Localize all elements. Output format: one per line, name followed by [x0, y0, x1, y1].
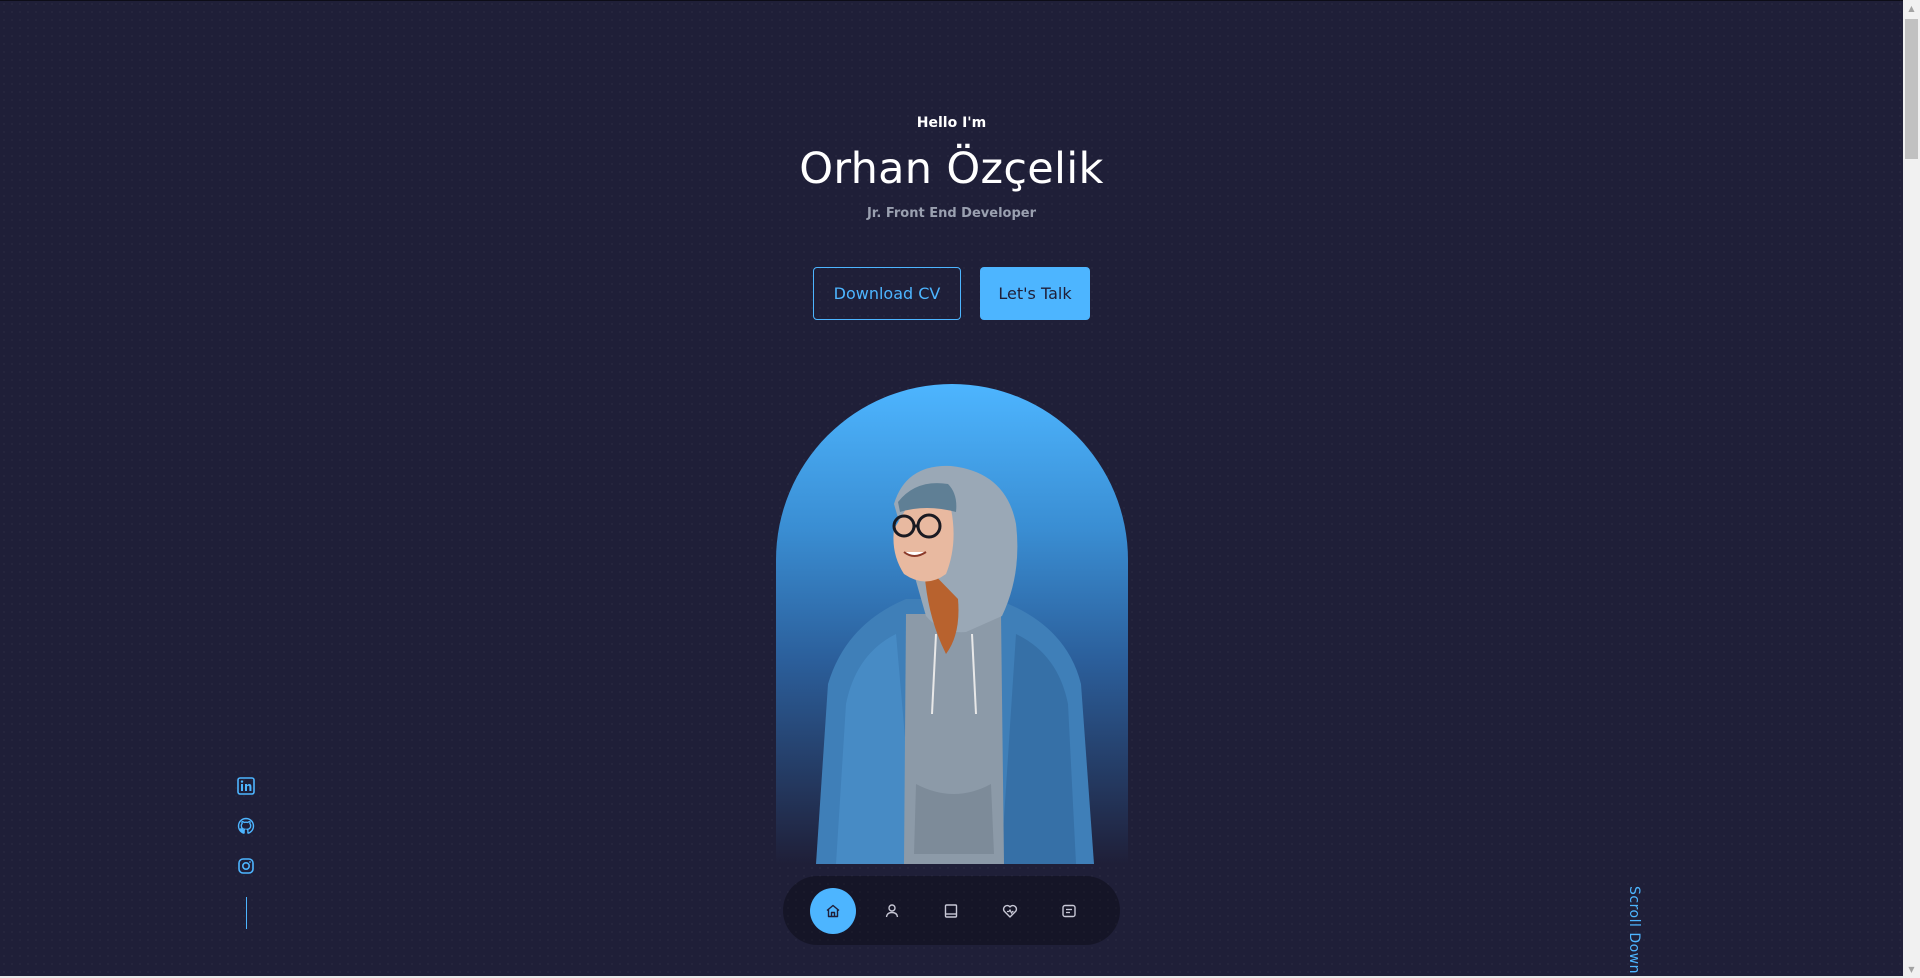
- role-subtitle: Jr. Front End Developer: [866, 206, 1037, 221]
- person-photo-icon: [816, 465, 1094, 864]
- message-icon: [1062, 904, 1076, 917]
- instagram-icon[interactable]: [237, 857, 255, 875]
- scroll-down-link[interactable]: Scroll Down: [1626, 886, 1642, 974]
- scroll-thumb[interactable]: [1905, 19, 1918, 159]
- lets-talk-button[interactable]: Let's Talk: [980, 267, 1090, 320]
- social-links: [236, 777, 256, 929]
- home-icon: [826, 904, 840, 917]
- book-icon: [944, 903, 958, 918]
- linkedin-icon[interactable]: [237, 777, 255, 795]
- greeting-text: Hello I'm: [916, 115, 987, 131]
- services-icon: [1002, 904, 1018, 918]
- nav-experience[interactable]: [928, 888, 974, 934]
- download-cv-button[interactable]: Download CV: [813, 267, 961, 320]
- user-icon: [885, 903, 899, 917]
- page-title: Orhan Özçelik: [799, 144, 1104, 194]
- page-viewport: Hello I'm Orhan Özçelik Jr. Front End De…: [0, 0, 1903, 978]
- scroll-down-arrow-icon[interactable]: ▼: [1903, 961, 1920, 978]
- portrait-frame: [776, 384, 1128, 864]
- vertical-scrollbar[interactable]: ▲ ▼: [1903, 0, 1920, 978]
- github-icon[interactable]: [237, 817, 255, 835]
- bottom-nav: [783, 876, 1120, 945]
- nav-services[interactable]: [987, 888, 1033, 934]
- nav-about[interactable]: [869, 888, 915, 934]
- scroll-up-arrow-icon[interactable]: ▲: [1903, 0, 1920, 17]
- social-divider-line: [245, 897, 247, 929]
- nav-contact[interactable]: [1046, 888, 1092, 934]
- nav-home[interactable]: [810, 887, 856, 934]
